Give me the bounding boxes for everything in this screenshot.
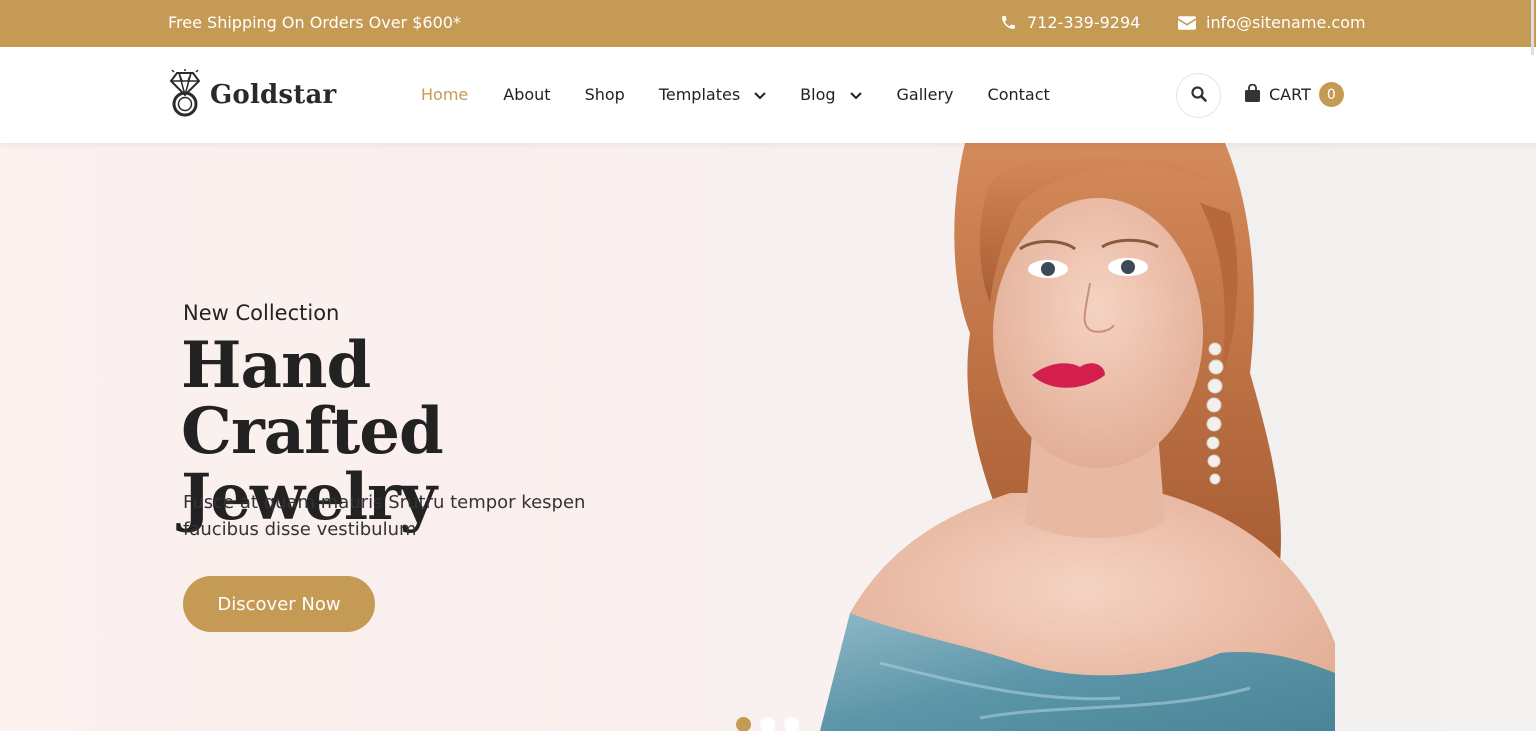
- nav-item-templates[interactable]: Templates: [659, 85, 766, 104]
- nav-item-home[interactable]: Home: [421, 85, 468, 104]
- slider-dot[interactable]: [784, 717, 799, 731]
- phone-icon: [1000, 14, 1017, 31]
- search-icon: [1190, 85, 1207, 106]
- nav-item-contact[interactable]: Contact: [988, 85, 1050, 104]
- chevron-down-icon: [754, 85, 766, 104]
- phone-number: 712-339-9294: [1027, 13, 1141, 32]
- nav-item-label: Blog: [800, 85, 836, 104]
- phone-contact[interactable]: 712-339-9294: [1000, 13, 1140, 32]
- main-nav: Home About Shop Templates Blog Gallery C…: [421, 85, 1050, 104]
- hero-description: Fusce at quam mauris Srutru tempor kespe…: [183, 492, 586, 540]
- slider-dot[interactable]: [736, 717, 751, 731]
- chevron-down-icon: [849, 85, 862, 104]
- hero-slider: New Collection Hand Crafted Jewelry Fusc…: [0, 143, 1536, 731]
- top-bar: Free Shipping On Orders Over $600* 712-3…: [0, 0, 1536, 47]
- nav-item-blog[interactable]: Blog: [800, 85, 862, 104]
- nav-item-label: Templates: [658, 85, 741, 104]
- nav-item-label: Contact: [987, 85, 1050, 104]
- cart-count-badge: 0: [1318, 82, 1344, 107]
- shipping-notice: Free Shipping On Orders Over $600*: [168, 13, 461, 32]
- logo-text: Goldstar: [210, 80, 337, 110]
- scrollbar[interactable]: [1531, 0, 1534, 55]
- discover-now-button[interactable]: Discover Now: [183, 576, 375, 632]
- logo[interactable]: Goldstar: [168, 69, 336, 121]
- email-address: info@sitename.com: [1206, 13, 1366, 32]
- nav-item-gallery[interactable]: Gallery: [897, 85, 954, 104]
- slider-dot[interactable]: [760, 717, 775, 731]
- cart-label: CART: [1269, 85, 1311, 104]
- diamond-ring-icon: [168, 69, 202, 121]
- hero-model-image: [820, 143, 1335, 731]
- nav-item-label: Gallery: [896, 85, 954, 104]
- cart-button[interactable]: CART 0: [1244, 82, 1344, 107]
- email-contact[interactable]: info@sitename.com: [1178, 13, 1366, 32]
- nav-item-about[interactable]: About: [503, 85, 550, 104]
- slider-pagination: [736, 717, 799, 731]
- shopping-bag-icon: [1244, 83, 1261, 106]
- hero-subtitle: New Collection: [183, 301, 340, 325]
- search-button[interactable]: [1176, 73, 1221, 118]
- nav-item-label: Home: [421, 85, 469, 104]
- main-header: Goldstar Home About Shop Templates Blog …: [0, 47, 1536, 143]
- envelope-icon: [1178, 15, 1196, 30]
- nav-item-label: Shop: [584, 85, 625, 104]
- nav-item-label: About: [503, 85, 551, 104]
- nav-item-shop[interactable]: Shop: [585, 85, 625, 104]
